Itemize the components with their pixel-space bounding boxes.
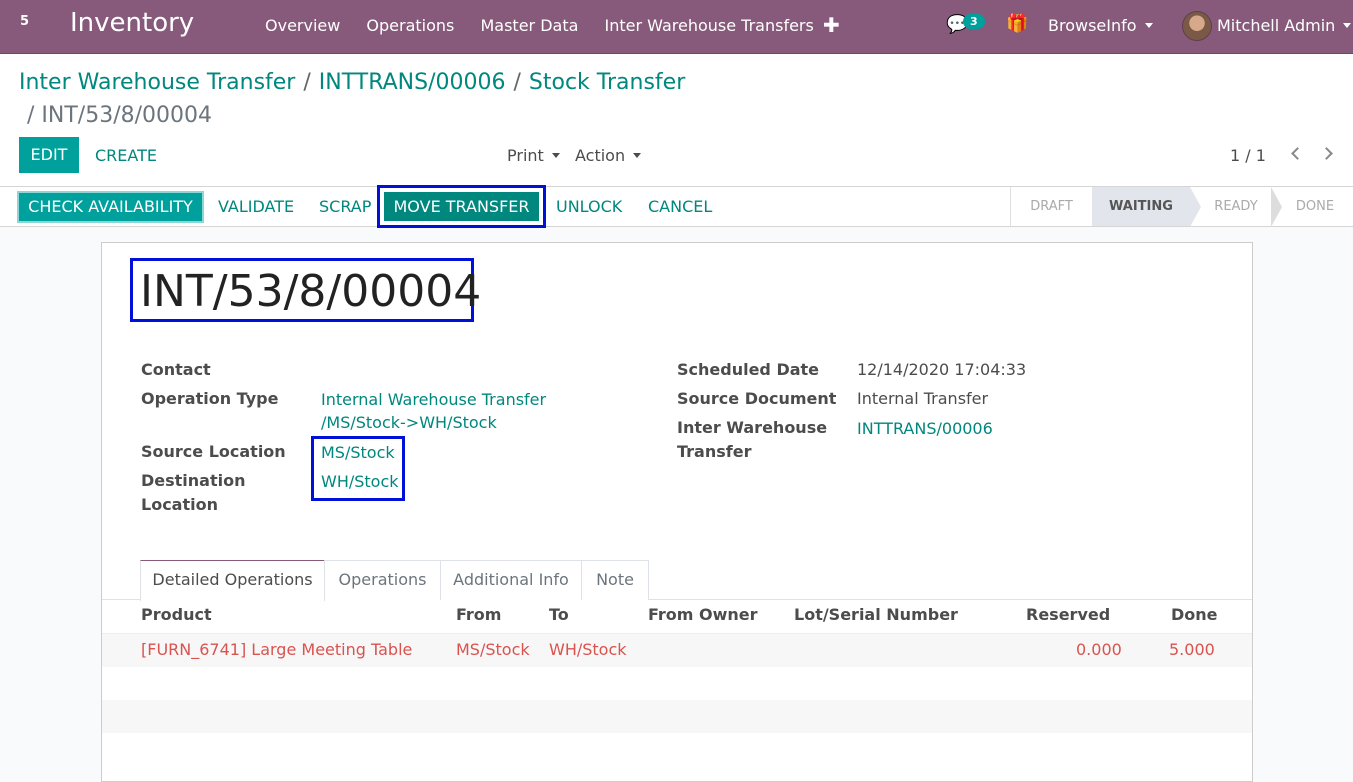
top-navbar: 5 Inventory Overview Operations Master D… [0, 0, 1353, 54]
company-switcher[interactable]: BrowseInfo [1048, 16, 1153, 35]
stage-separator [1271, 187, 1282, 227]
pager-value[interactable]: 1 / 1 [1230, 146, 1266, 165]
column-header-from[interactable]: From [456, 605, 501, 624]
scrap-button[interactable]: SCRAP [319, 197, 371, 216]
operation-type-label: Operation Type [141, 389, 279, 408]
chevron-down-icon [551, 153, 560, 158]
contact-label: Contact [141, 360, 211, 379]
unlock-button[interactable]: UNLOCK [556, 197, 622, 216]
menu-inter-warehouse-transfers[interactable]: Inter Warehouse Transfers [605, 16, 814, 35]
chevron-down-icon [633, 153, 642, 158]
cancel-button[interactable]: CANCEL [648, 197, 712, 216]
breadcrumb-current: INT/53/8/00004 [41, 103, 213, 128]
stage-draft: DRAFT [1010, 187, 1092, 226]
destination-location-label-line1: Destination [141, 471, 246, 490]
chevron-left-icon[interactable] [1291, 147, 1304, 160]
inter-warehouse-transfer-label-line1: Inter Warehouse [677, 418, 828, 437]
menu-master-data[interactable]: Master Data [480, 16, 578, 35]
action-dropdown[interactable]: Action [575, 146, 642, 165]
edit-button[interactable]: EDIT [19, 137, 79, 173]
operation-type-value-line1[interactable]: Internal Warehouse Transfer [321, 388, 546, 411]
status-bar: CHECK AVAILABILITY VALIDATE SCRAP MOVE T… [0, 185, 1353, 228]
control-panel: Inter Warehouse Transfer / INTTRANS/00006 /… [0, 54, 1353, 186]
record-title: INT/53/8/00004 [140, 266, 482, 317]
company-name: BrowseInfo [1048, 16, 1137, 35]
validate-button[interactable]: VALIDATE [218, 197, 294, 216]
inter-warehouse-transfer-value[interactable]: INTTRANS/00006 [857, 417, 993, 440]
source-location-value[interactable]: MS/Stock [321, 441, 395, 464]
user-menu[interactable]: Mitchell Admin [1217, 16, 1352, 35]
scheduled-date-value: 12/14/2020 17:04:33 [857, 360, 1027, 379]
breadcrumb-item-inter-warehouse-transfer[interactable]: Inter Warehouse Transfer [19, 70, 295, 95]
breadcrumb-item-stock-transfer[interactable]: Stock Transfer [529, 70, 685, 95]
action-label: Action [575, 146, 626, 165]
stage-done: DONE [1295, 199, 1335, 214]
plus-icon[interactable]: ✚ [823, 13, 840, 37]
cell-reserved[interactable]: 0.000 [1076, 640, 1122, 659]
main-menu: Overview Operations Master Data Inter Wa… [265, 16, 835, 35]
app-brand[interactable]: Inventory [70, 8, 194, 38]
cell-from[interactable]: MS/Stock [456, 640, 530, 659]
gift-icon[interactable]: 🎁 [1006, 13, 1028, 34]
destination-location-value[interactable]: WH/Stock [321, 470, 399, 493]
menu-overview[interactable]: Overview [265, 16, 340, 35]
breadcrumb-current-line: / INT/53/8/00004 [27, 99, 719, 132]
chevron-right-icon[interactable] [1320, 147, 1333, 160]
user-name: Mitchell Admin [1217, 16, 1336, 35]
move-transfer-highlight: MOVE TRANSFER [377, 185, 546, 228]
stage-indicator: DRAFT WAITING READY DONE [1010, 187, 1353, 227]
source-location-label: Source Location [141, 442, 286, 461]
destination-location-label-line2: Location [141, 495, 218, 514]
breadcrumb-separator: / [513, 70, 521, 95]
tab-operations[interactable]: Operations [324, 560, 441, 600]
chat-count-badge: 3 [963, 14, 985, 29]
source-document-label: Source Document [677, 389, 837, 408]
move-transfer-button[interactable]: MOVE TRANSFER [384, 192, 539, 221]
operation-type-value-line2[interactable]: /MS/Stock->WH/Stock [321, 411, 497, 434]
tab-note[interactable]: Note [581, 560, 649, 600]
inter-warehouse-transfer-label-line2: Transfer [677, 442, 752, 461]
column-header-product[interactable]: Product [141, 605, 212, 624]
stage-waiting: WAITING [1092, 187, 1190, 226]
print-dropdown[interactable]: Print [507, 146, 560, 165]
stage-ready: READY [1214, 199, 1258, 214]
print-label: Print [507, 146, 544, 165]
table-row-empty [102, 700, 1252, 733]
tab-additional-info[interactable]: Additional Info [440, 560, 582, 600]
cell-done[interactable]: 5.000 [1169, 640, 1215, 659]
table-row-empty [102, 667, 1252, 700]
column-header-to[interactable]: To [549, 605, 569, 624]
apps-menu-icon[interactable]: 5 [20, 14, 29, 29]
menu-operations[interactable]: Operations [366, 16, 454, 35]
cell-product[interactable]: [FURN_6741] Large Meeting Table [141, 640, 412, 659]
chevron-down-icon [1343, 23, 1352, 28]
table-row-empty [102, 733, 1252, 766]
chevron-down-icon [1144, 23, 1153, 28]
create-button[interactable]: CREATE [95, 146, 157, 165]
breadcrumb-item-inttrans[interactable]: INTTRANS/00006 [319, 70, 506, 95]
cell-to[interactable]: WH/Stock [549, 640, 627, 659]
column-header-lot-serial-number[interactable]: Lot/Serial Number [794, 605, 958, 624]
column-header-reserved[interactable]: Reserved [1026, 605, 1110, 624]
tab-detailed-operations[interactable]: Detailed Operations [140, 560, 325, 601]
column-header-from-owner[interactable]: From Owner [648, 605, 758, 624]
stage-separator [1190, 187, 1201, 227]
check-availability-button[interactable]: CHECK AVAILABILITY [17, 191, 204, 223]
scheduled-date-label: Scheduled Date [677, 360, 820, 379]
breadcrumb-separator: / [303, 70, 311, 95]
breadcrumb: Inter Warehouse Transfer / INTTRANS/00006 /… [19, 66, 719, 132]
column-header-done[interactable]: Done [1171, 605, 1218, 624]
breadcrumb-separator: / [27, 103, 35, 128]
avatar[interactable] [1182, 11, 1212, 41]
source-document-value: Internal Transfer [857, 389, 989, 408]
